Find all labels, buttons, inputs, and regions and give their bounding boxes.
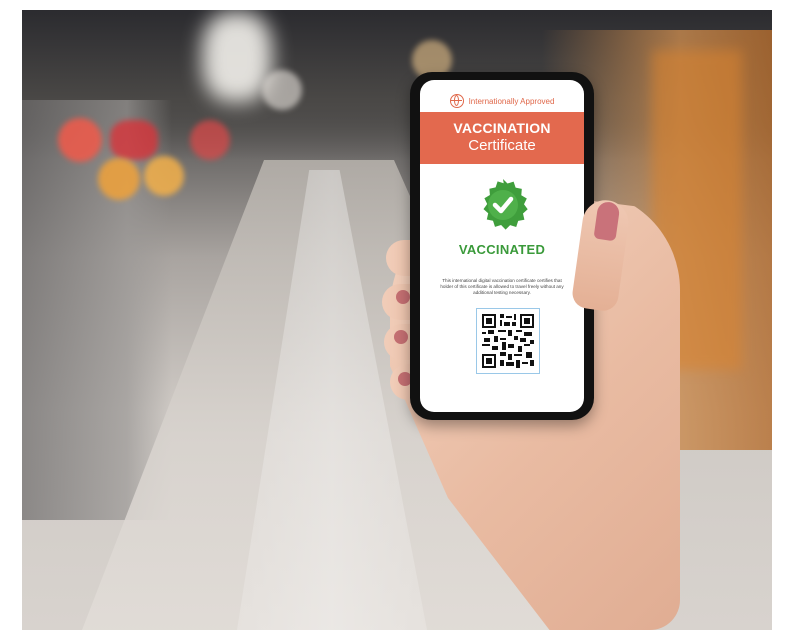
bokeh-light: [110, 120, 158, 160]
certificate-subtitle: Certificate: [468, 137, 536, 154]
bokeh-light: [98, 158, 140, 200]
approved-label: Internationally Approved: [468, 96, 555, 106]
qr-code-frame: [476, 308, 540, 374]
bokeh-light: [58, 118, 102, 162]
bokeh-light: [190, 120, 230, 160]
fingernail: [394, 330, 408, 344]
vaccination-status: VACCINATED: [458, 242, 546, 257]
phone-screen: Internationally Approved VACCINATION Cer…: [420, 80, 584, 412]
certificate-description: This international digital vaccination c…: [440, 278, 564, 295]
globe-icon: [449, 94, 464, 108]
certificate-banner: VACCINATION Certificate: [420, 112, 584, 164]
certificate-title: VACCINATION: [453, 120, 551, 136]
fingernail: [396, 290, 410, 304]
qr-code-icon: [482, 314, 534, 368]
approval-header: Internationally Approved: [420, 92, 584, 110]
smartphone: Internationally Approved VACCINATION Cer…: [410, 72, 594, 420]
bokeh-light: [144, 156, 184, 196]
checkmark-seal-icon: [483, 179, 528, 230]
bokeh-light: [262, 70, 302, 110]
